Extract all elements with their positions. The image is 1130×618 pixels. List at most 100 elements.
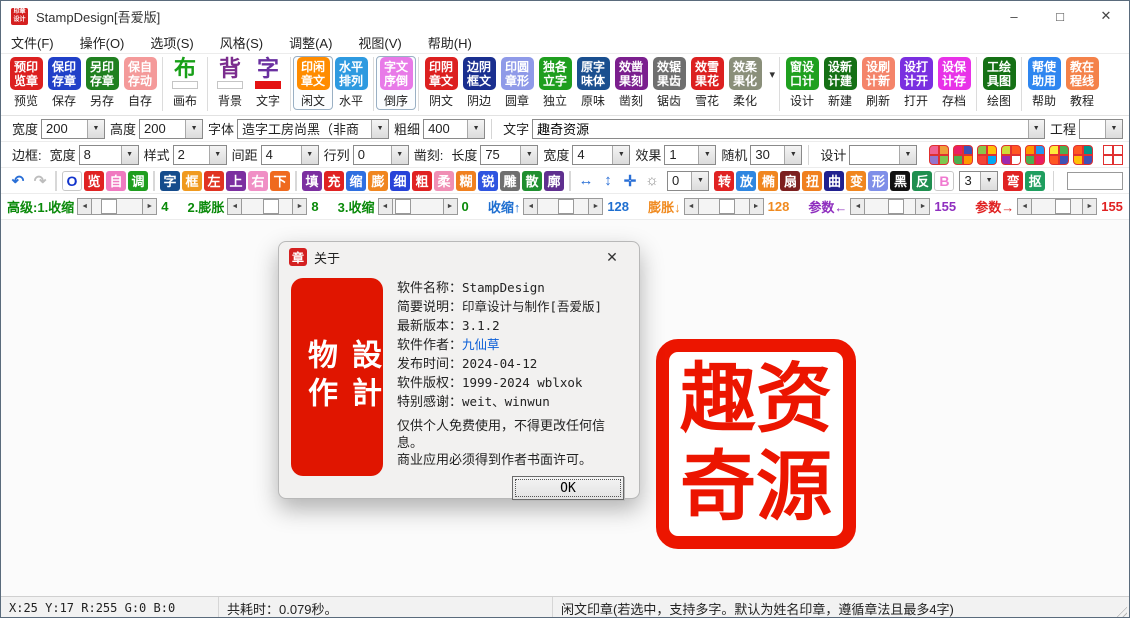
- slider-right-arrow-icon[interactable]: ►: [443, 198, 458, 215]
- toolbar-button[interactable]: 保自存动 自存: [121, 57, 159, 109]
- mini-tool-button[interactable]: 充: [324, 171, 344, 191]
- slider-left-arrow-icon[interactable]: ◄: [1017, 198, 1032, 215]
- chevron-down-icon[interactable]: ▼: [371, 120, 388, 138]
- chevron-down-icon[interactable]: ▼: [899, 146, 916, 164]
- tool-parameter-input[interactable]: [1067, 172, 1123, 190]
- slider-track[interactable]: [538, 198, 588, 215]
- mini-tool-button[interactable]: [55, 171, 57, 191]
- mini-tool-button[interactable]: 柔: [434, 171, 454, 191]
- border-width-combo[interactable]: 8▼: [79, 145, 139, 165]
- mini-tool-button[interactable]: 廓: [544, 171, 564, 191]
- toolbar-button[interactable]: 水平排列 水平: [332, 57, 370, 109]
- toolbar-button[interactable]: 印闲章文 闲文: [294, 57, 332, 109]
- mosaic-preset-4-icon[interactable]: [1001, 145, 1021, 165]
- toolbar-button[interactable]: [418, 57, 419, 111]
- slider-right-arrow-icon[interactable]: ►: [142, 198, 157, 215]
- canvas-area[interactable]: 趣资 奇源 章 关于 ✕ 物作 設計 软: [1, 220, 1129, 596]
- mini-tool-button[interactable]: 细: [390, 171, 410, 191]
- mosaic-preset-7-icon[interactable]: [1073, 145, 1093, 165]
- mini-tool-button[interactable]: ↕: [598, 171, 618, 191]
- toolbar-button[interactable]: [1021, 57, 1022, 111]
- design-combo[interactable]: ▼: [849, 145, 917, 165]
- slider-left-arrow-icon[interactable]: ◄: [77, 198, 92, 215]
- mini-tool-button[interactable]: 填: [302, 171, 322, 191]
- toolbar-button[interactable]: 字 文字: [249, 57, 287, 109]
- toolbar-button[interactable]: 教在程线 教程: [1063, 57, 1101, 109]
- mini-tool-button[interactable]: 下: [270, 171, 290, 191]
- chevron-down-icon[interactable]: ▼: [980, 172, 997, 190]
- slider-track[interactable]: [242, 198, 292, 215]
- mini-tool-button[interactable]: 框: [182, 171, 202, 191]
- mosaic-preset-2-icon[interactable]: [953, 145, 973, 165]
- toolbar-button[interactable]: 印圆章形 圆章: [498, 57, 536, 109]
- close-icon[interactable]: ✕: [595, 249, 629, 266]
- toolbar-button[interactable]: [162, 57, 163, 111]
- mini-tool-button[interactable]: [153, 171, 155, 191]
- slider-right-arrow-icon[interactable]: ►: [749, 198, 764, 215]
- mosaic-preset-1-icon[interactable]: [929, 145, 949, 165]
- slider-left-arrow-icon[interactable]: ◄: [227, 198, 242, 215]
- chevron-down-icon[interactable]: ▼: [1105, 120, 1122, 138]
- toolbar-button[interactable]: 效柔果化 柔化: [726, 57, 764, 109]
- mosaic-preset-6-icon[interactable]: [1049, 145, 1069, 165]
- mini-tool-button[interactable]: 糊: [456, 171, 476, 191]
- slider-right-arrow-icon[interactable]: ►: [588, 198, 603, 215]
- mini-tool-button[interactable]: 反: [912, 171, 932, 191]
- maximize-icon[interactable]: □: [1037, 1, 1083, 31]
- font-combo[interactable]: 造字工房尚黑（非商▼: [237, 119, 389, 139]
- mini-tool-button[interactable]: 弯: [1003, 171, 1023, 191]
- mini-tool-button[interactable]: B: [934, 171, 954, 191]
- slider-right-arrow-icon[interactable]: ►: [915, 198, 930, 215]
- mini-tool-button[interactable]: 抠: [1025, 171, 1045, 191]
- chevron-down-icon[interactable]: ▼: [185, 120, 202, 138]
- toolbar-button[interactable]: 工绘具图 绘图: [980, 57, 1018, 109]
- mini-tool-button[interactable]: 缩: [346, 171, 366, 191]
- mini-tool-button[interactable]: [295, 171, 297, 191]
- chisel-length-combo[interactable]: 75▼: [480, 145, 538, 165]
- menu-item[interactable]: 风格(S): [220, 33, 263, 52]
- mini-tool-button[interactable]: ↔: [576, 171, 596, 191]
- mini-tool-button[interactable]: 扭: [802, 171, 822, 191]
- toolbar-button[interactable]: 窗设口计 设计: [783, 57, 821, 109]
- effect-combo[interactable]: 1▼: [664, 145, 716, 165]
- toolbar-button[interactable]: 效凿果刻 凿刻: [612, 57, 650, 109]
- slider-track[interactable]: [92, 198, 142, 215]
- toolbar-button[interactable]: 效雪果花 雪花: [688, 57, 726, 109]
- slider-track[interactable]: [699, 198, 749, 215]
- toolbar-button[interactable]: 背 背景: [211, 57, 249, 109]
- mosaic-preset-3-icon[interactable]: [977, 145, 997, 165]
- slider-left-arrow-icon[interactable]: ◄: [850, 198, 865, 215]
- mini-tool-button[interactable]: 曲: [824, 171, 844, 191]
- slider-track[interactable]: [1032, 198, 1082, 215]
- toolbar-button[interactable]: 预印览章 预览: [7, 57, 45, 109]
- resize-grip[interactable]: [1114, 604, 1127, 617]
- about-dialog-titlebar[interactable]: 章 关于 ✕: [279, 242, 639, 272]
- chevron-down-icon[interactable]: ▼: [87, 120, 104, 138]
- menu-item[interactable]: 调整(A): [289, 33, 332, 52]
- stamp-preview[interactable]: 趣资 奇源: [656, 339, 856, 549]
- slider-thumb[interactable]: [395, 199, 411, 214]
- ok-button[interactable]: OK: [512, 476, 624, 500]
- chevron-down-icon[interactable]: ▼: [691, 172, 708, 190]
- toolbar-button[interactable]: [207, 57, 208, 111]
- minimize-icon[interactable]: –: [991, 1, 1037, 31]
- toolbar-button[interactable]: 边阴框文 阴边: [460, 57, 498, 109]
- mini-tool-button[interactable]: 扇: [780, 171, 800, 191]
- toolbar-button[interactable]: 原字味体 原味: [574, 57, 612, 109]
- slider-track[interactable]: [393, 198, 443, 215]
- toolbar-button[interactable]: [373, 57, 374, 111]
- mini-tool-button[interactable]: [569, 171, 571, 191]
- slider-left-arrow-icon[interactable]: ◄: [523, 198, 538, 215]
- toolbar-button[interactable]: 保印存章 保存: [45, 57, 83, 109]
- toolbar-button[interactable]: 印阴章文 阴文: [422, 57, 460, 109]
- mini-tool-button[interactable]: ☼: [642, 171, 662, 191]
- menu-item[interactable]: 文件(F): [11, 33, 54, 52]
- mini-tool-button[interactable]: O: [62, 171, 82, 191]
- toolbar-button[interactable]: 设打计开 打开: [897, 57, 935, 109]
- slider-track[interactable]: [865, 198, 915, 215]
- random-combo[interactable]: 30▼: [750, 145, 802, 165]
- rotate-combo[interactable]: 0▼: [667, 171, 709, 191]
- mini-tool-button[interactable]: 字: [160, 171, 180, 191]
- chevron-down-icon[interactable]: ▼: [520, 146, 537, 164]
- chevron-down-icon[interactable]: ▼: [209, 146, 226, 164]
